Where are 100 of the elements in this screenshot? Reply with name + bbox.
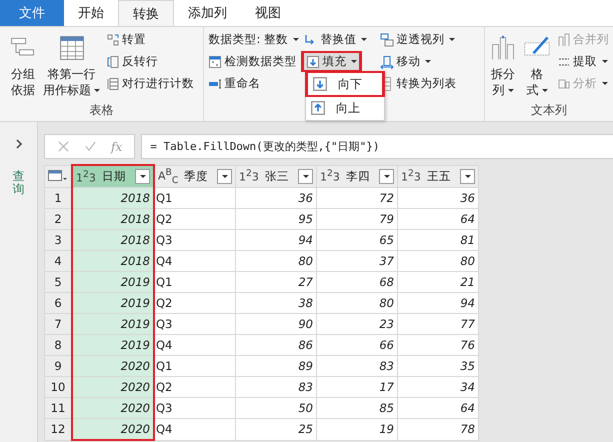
- ribbon-large-button[interactable]: 分组 依据: [7, 30, 40, 102]
- column-name: 日期: [102, 169, 127, 184]
- filter-dropdown-button[interactable]: [298, 168, 313, 184]
- table-cell: 2018: [72, 230, 154, 250]
- table-cell: 83: [236, 376, 316, 398]
- table-cell: 34: [398, 376, 478, 398]
- row-number: 8: [44, 334, 72, 356]
- ribbon-large-button[interactable]: 将第一行 用作标题: [41, 30, 102, 102]
- ribbon-button[interactable]: 检测数据类型: [206, 52, 298, 71]
- ribbon-button[interactable]: 逆透视列: [378, 30, 458, 49]
- table-cell: 35: [398, 356, 478, 376]
- menu-item[interactable]: 向上: [306, 96, 384, 120]
- table-cell: Q2: [154, 376, 236, 398]
- ribbon-button[interactable]: 替换值: [302, 30, 370, 49]
- table-cell: 86: [236, 334, 316, 356]
- table-cell: 66: [316, 334, 398, 356]
- column-name: 季度: [184, 168, 210, 184]
- menu-item[interactable]: 向下: [306, 72, 384, 96]
- ribbon-button[interactable]: 重命名: [206, 74, 262, 93]
- data-type-label: 1$^{2}$3: [239, 168, 259, 184]
- table-cell: Q3: [154, 398, 236, 418]
- ribbon-button[interactable]: 数据类型: 整数: [206, 30, 302, 49]
- table-icon: [58, 34, 86, 62]
- table-cell: 2020: [72, 418, 154, 440]
- table-icon: [208, 54, 222, 68]
- expand-chevron-icon[interactable]: [14, 138, 24, 150]
- ribbon-button[interactable]: 提取: [555, 52, 610, 71]
- column-header[interactable]: 1$^{2}$3 日期: [72, 165, 154, 188]
- table-cell: 23: [316, 314, 398, 334]
- transpose-icon: [106, 32, 120, 46]
- table-cell: Q2: [154, 208, 236, 230]
- table-cell: 94: [398, 292, 478, 314]
- filter-dropdown-button[interactable]: [460, 168, 475, 184]
- table-cell: Q1: [154, 272, 236, 292]
- table-cell: Q2: [154, 292, 236, 314]
- ribbon-button[interactable]: 反转行: [104, 52, 160, 71]
- table-cell: 37: [316, 250, 398, 272]
- table-cell: 19: [316, 418, 398, 440]
- table-cell: 2018: [72, 188, 154, 208]
- table-cell: 2019: [72, 292, 154, 314]
- column-header[interactable]: 1$^{2}$3 王五: [398, 165, 478, 188]
- table-cell: Q4: [154, 334, 236, 356]
- table-cell: Q3: [154, 230, 236, 250]
- filter-dropdown-button[interactable]: [379, 168, 394, 184]
- group-label: 表格: [90, 102, 114, 119]
- table-cell: 64: [398, 208, 478, 230]
- table-cell: 81: [398, 230, 478, 250]
- table-cell: 65: [316, 230, 398, 250]
- ribbon-button[interactable]: 对行进行计数: [104, 74, 196, 93]
- filter-dropdown-button[interactable]: [217, 168, 232, 184]
- ribbon-large-button[interactable]: 格 式: [521, 30, 553, 102]
- table-cell: 36: [236, 188, 316, 208]
- table-cell: 2020: [72, 398, 154, 418]
- row-number: 9: [44, 356, 72, 376]
- column-name: 王五: [426, 168, 452, 184]
- row-number: 7: [44, 314, 72, 334]
- ribbon-tab[interactable]: 开始: [64, 0, 118, 26]
- row-number: 1: [44, 188, 72, 208]
- row-number: 2: [44, 208, 72, 230]
- table-cell: 72: [316, 188, 398, 208]
- column-header[interactable]: 1$^{2}$3 李四: [316, 165, 398, 188]
- ribbon-tab[interactable]: 添加列: [174, 0, 241, 26]
- file-tab[interactable]: 文件: [0, 0, 64, 26]
- ribbon-large-button[interactable]: 拆分 列: [487, 30, 519, 102]
- table-cell: 80: [316, 292, 398, 314]
- count-rows-icon: [106, 76, 120, 90]
- ribbon-button[interactable]: 移动: [378, 52, 434, 71]
- column-name: 李四: [346, 168, 371, 184]
- data-type-label: 1$^{2}$3: [320, 168, 340, 184]
- row-number: 6: [44, 292, 72, 314]
- check-icon[interactable]: [84, 140, 97, 153]
- column-header[interactable]: 1$^{2}$3 张三: [236, 165, 316, 188]
- ribbon-tab[interactable]: 转换: [118, 0, 174, 26]
- table-cell: 80: [236, 250, 316, 272]
- merge-columns-icon: [557, 32, 571, 46]
- filter-dropdown-button[interactable]: [135, 169, 150, 184]
- table-cell: Q3: [154, 314, 236, 334]
- row-number: 12: [44, 418, 72, 440]
- table-cell: 76: [398, 334, 478, 356]
- table-menu-button[interactable]: [44, 165, 72, 188]
- rename-icon: [208, 76, 222, 90]
- column-header[interactable]: A$^{B}$$_{C}$ 季度: [154, 165, 236, 188]
- table-cell: 94: [236, 230, 316, 250]
- table-cell: 2019: [72, 272, 154, 292]
- move-columns-icon: [380, 54, 394, 68]
- ribbon-button[interactable]: 填充: [302, 52, 362, 71]
- table-cell: 85: [316, 398, 398, 418]
- table-cell: 2019: [72, 314, 154, 334]
- column-name: 张三: [264, 168, 290, 184]
- ribbon-button[interactable]: 转置: [104, 30, 148, 49]
- table-cell: 38: [236, 292, 316, 314]
- ribbon-tab[interactable]: 视图: [241, 0, 295, 26]
- data-type-label: 1$^{2}$3: [401, 168, 421, 184]
- unpivot-icon: [380, 32, 394, 46]
- table-cell: 21: [398, 272, 478, 292]
- table-cell: 68: [316, 272, 398, 292]
- table-cell: 78: [398, 418, 478, 440]
- table-cell: 77: [398, 314, 478, 334]
- table-cell: 89: [236, 356, 316, 376]
- formula-field[interactable]: = Table.FillDown(更改的类型,{"日期"}): [141, 134, 613, 159]
